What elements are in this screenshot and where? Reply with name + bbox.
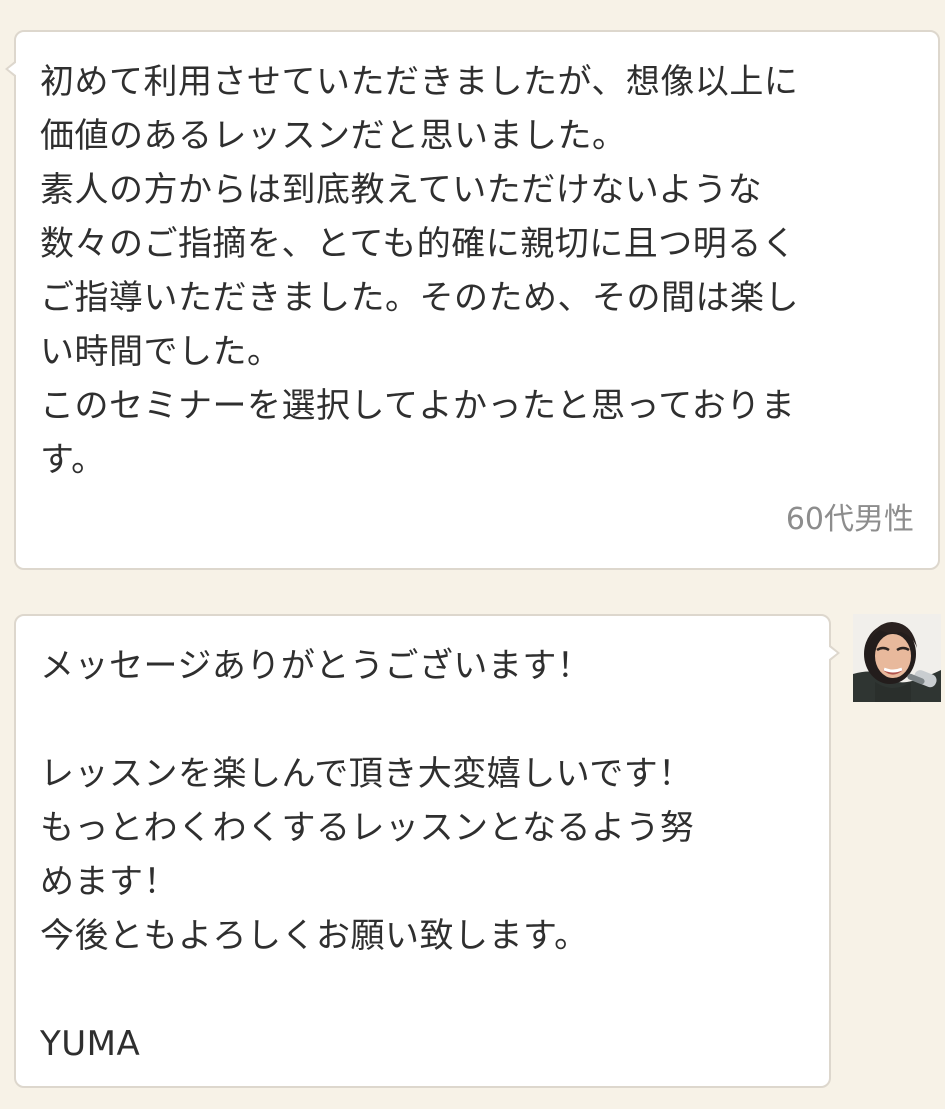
reply-text: メッセージありがとうございます！ レッスンを楽しんで頂き大変嬉しいです！ もっと… bbox=[40, 646, 695, 1064]
reply-bubble: メッセージありがとうございます！ レッスンを楽しんで頂き大変嬉しいです！ もっと… bbox=[14, 614, 840, 1088]
review-bubble: 初めて利用させていただきましたが、想像以上に 価値のあるレッスンだと思いました。… bbox=[5, 30, 940, 570]
review-bubble-tail bbox=[5, 60, 17, 78]
review-text: 初めて利用させていただきましたが、想像以上に 価値のあるレッスンだと思いました。… bbox=[40, 62, 799, 480]
instructor-avatar-icon bbox=[853, 614, 941, 702]
review-thread: 初めて利用させていただきましたが、想像以上に 価値のあるレッスンだと思いました。… bbox=[0, 0, 945, 1109]
reply-bubble-tail bbox=[828, 644, 840, 662]
reviewer-demographic: 60代男性 bbox=[785, 502, 914, 537]
